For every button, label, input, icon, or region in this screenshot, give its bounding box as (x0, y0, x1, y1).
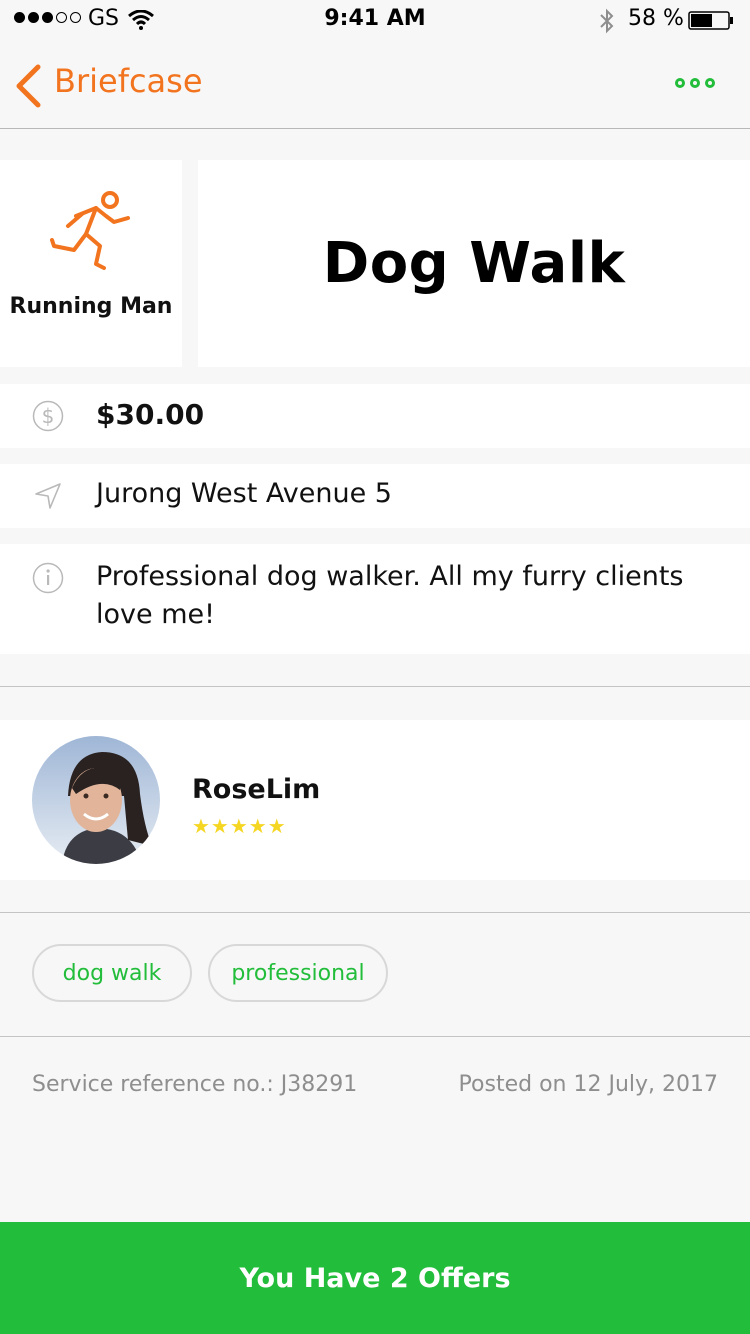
owner-card[interactable]: RoseLim ★★★★★ (0, 720, 750, 880)
section-divider (0, 912, 750, 913)
posted-date: Posted on 12 July, 2017 (458, 1072, 718, 1097)
avatar[interactable] (32, 736, 160, 864)
battery-icon (688, 11, 733, 30)
price-value: $30.00 (96, 398, 205, 431)
location-arrow-icon (35, 483, 61, 509)
info-icon (32, 562, 64, 594)
description-row: Professional dog walker. All my furry cl… (0, 544, 750, 654)
back-button[interactable]: Briefcase (54, 62, 203, 100)
location-value: Jurong West Avenue 5 (96, 478, 392, 509)
offers-button[interactable]: You Have 2 Offers (0, 1222, 750, 1334)
battery-percentage: 58 % (628, 6, 684, 31)
owner-name[interactable]: RoseLim (192, 774, 320, 805)
more-options-icon[interactable] (675, 78, 715, 88)
dollar-icon: $ (32, 400, 64, 432)
back-chevron-icon[interactable] (14, 64, 42, 108)
bluetooth-icon (600, 8, 614, 34)
category-label: Running Man (9, 294, 173, 319)
status-bar: GS 9:41 AM 58 % (0, 0, 750, 40)
description-text: Professional dog walker. All my furry cl… (96, 561, 684, 630)
tag-chip[interactable]: professional (208, 944, 388, 1002)
service-reference: Service reference no.: J38291 (32, 1072, 358, 1097)
svg-text:$: $ (42, 404, 55, 428)
section-divider (0, 686, 750, 687)
service-title: Dog Walk (322, 231, 626, 296)
location-row: Jurong West Avenue 5 (0, 464, 750, 528)
navigation-bar: Briefcase (0, 40, 750, 129)
section-divider (0, 1036, 750, 1037)
tag-chip[interactable]: dog walk (32, 944, 192, 1002)
price-row: $ $30.00 (0, 384, 750, 448)
category-card: Running Man (0, 160, 182, 367)
title-card: Dog Walk (198, 160, 750, 367)
running-man-icon (50, 191, 130, 270)
rating-stars: ★★★★★ (192, 814, 287, 838)
